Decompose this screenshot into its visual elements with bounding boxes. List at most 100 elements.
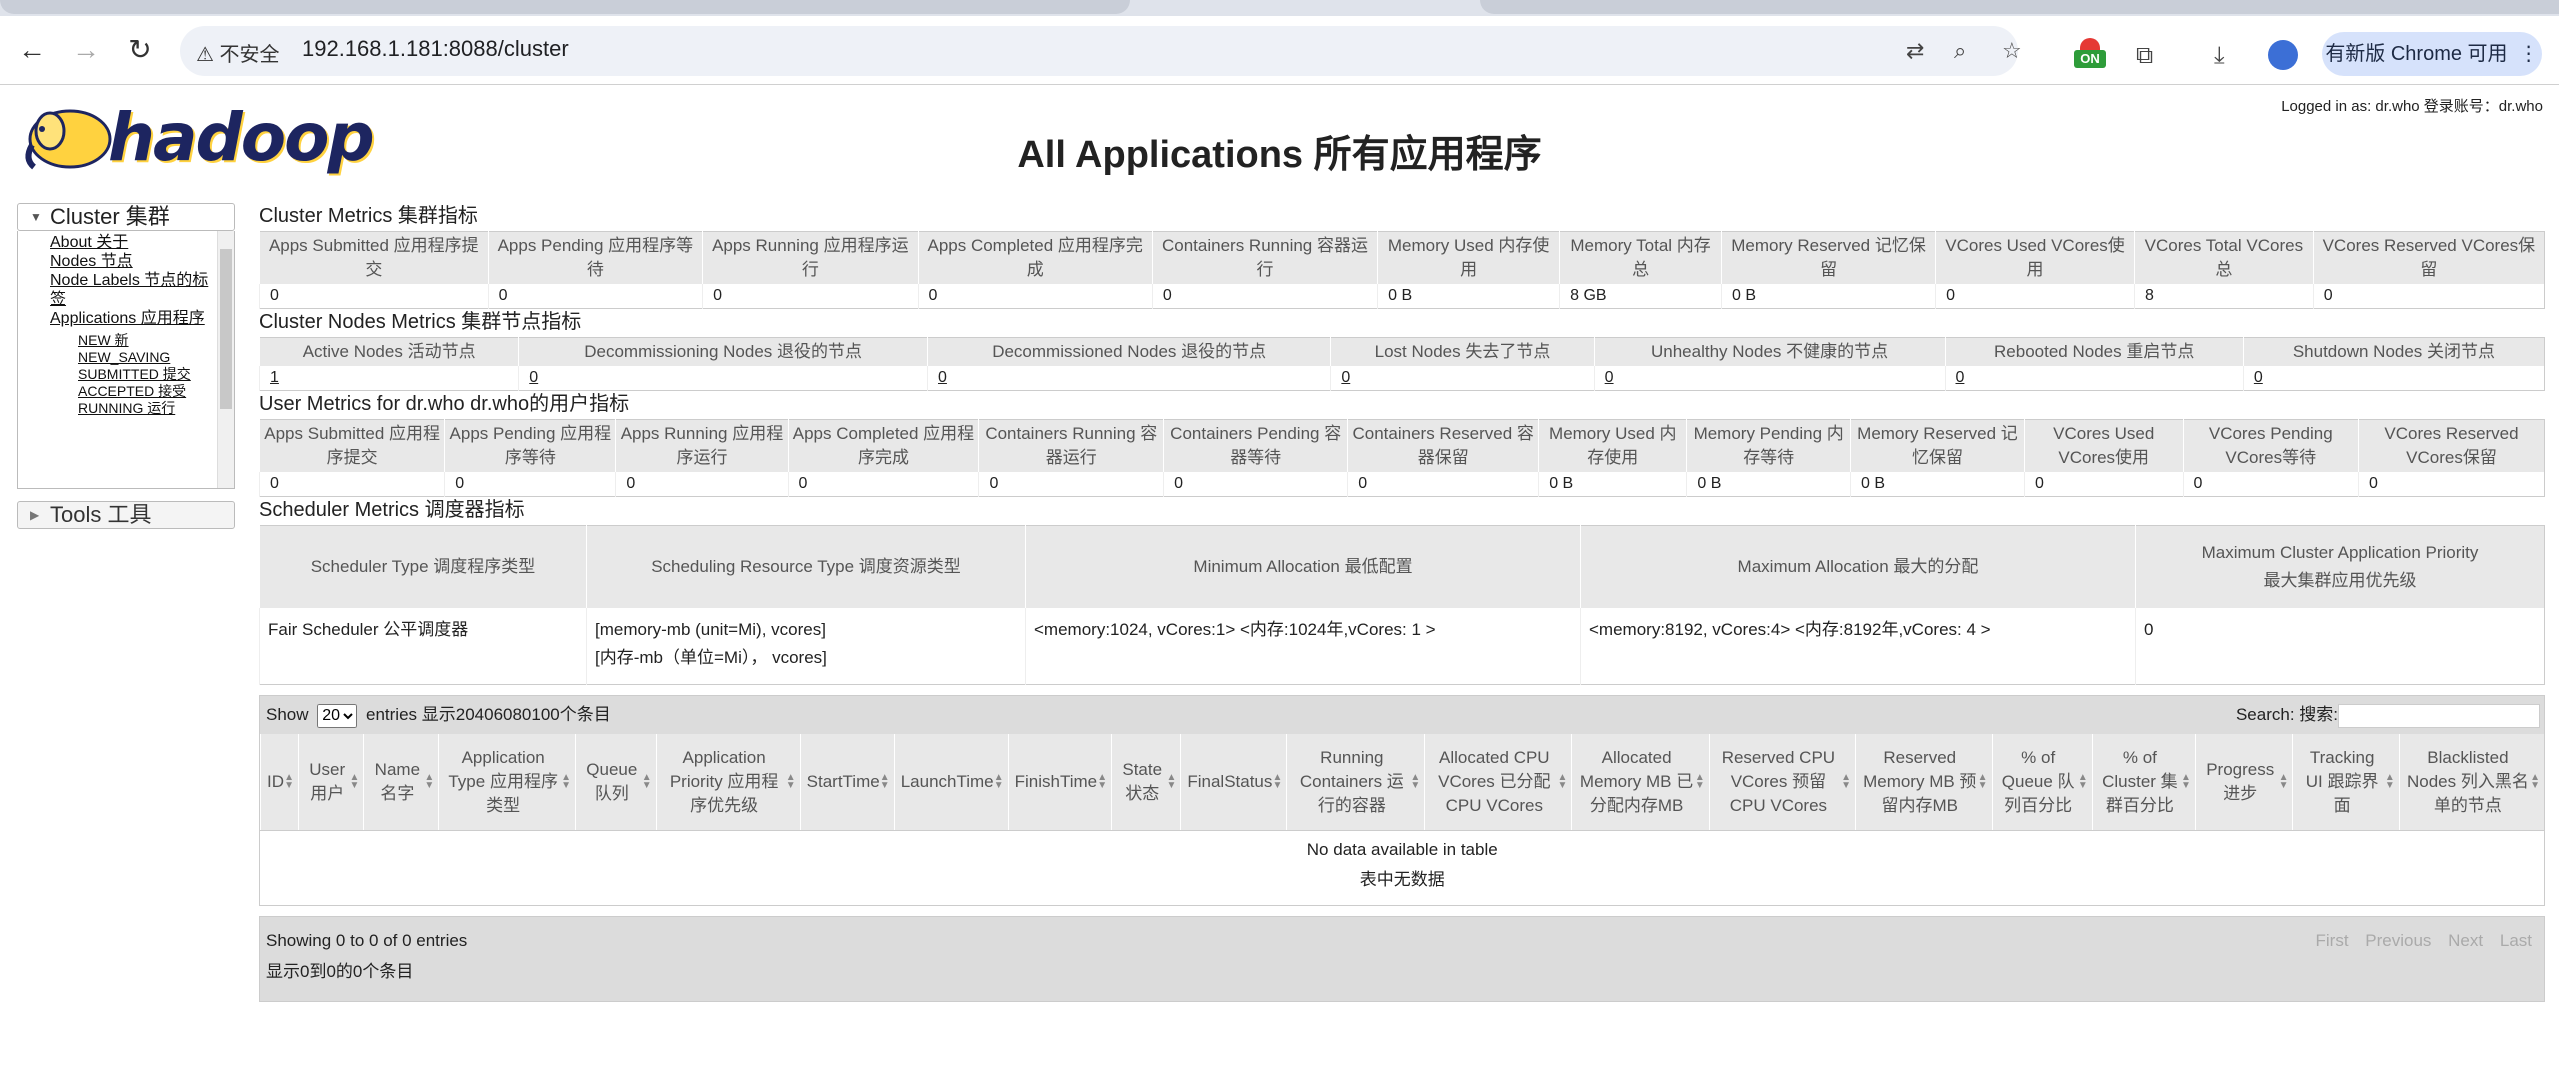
column-header: Containers Pending 容器等待 — [1163, 419, 1348, 472]
tab-strip — [0, 0, 2559, 16]
scrollbar-thumb[interactable] — [220, 249, 232, 409]
sort-arrows-icon: ▲ ▼ — [1977, 772, 1988, 791]
resource-type-zh: [内存-mb（单位=Mi）， vcores] — [595, 648, 827, 667]
forward-icon[interactable]: → — [72, 36, 100, 64]
column-header: Memory Reserved 记忆保留 — [1721, 231, 1936, 284]
column-header: Scheduler Type 调度程序类型 — [259, 525, 587, 608]
translate-icon[interactable]: ⇄ — [1906, 38, 1924, 64]
sortable-column-header[interactable]: LaunchTime ▲ ▼ — [893, 734, 1009, 831]
sortable-column-header[interactable]: FinishTime ▲ ▼ — [1007, 734, 1112, 831]
search-label: Search: 搜索: — [2235, 705, 2338, 724]
browser-tab[interactable] — [0, 0, 1130, 14]
nav-sub-accepted[interactable]: ACCEPTED 接受 — [18, 383, 208, 400]
url-text[interactable]: 192.168.1.181:8088/cluster — [302, 36, 569, 62]
chrome-update-button[interactable]: 有新版 Chrome 可用 ⋮ — [2322, 32, 2542, 76]
caret-right-icon: ▶ — [30, 508, 40, 522]
sortable-column-header[interactable]: FinalStatus ▲ ▼ — [1180, 734, 1287, 831]
metric-value: 0 — [1151, 284, 1378, 309]
reload-icon[interactable]: ↻ — [126, 36, 154, 64]
column-header-label: Queue 队列 — [586, 760, 638, 803]
column-header: Apps Completed 应用程序完成 — [917, 231, 1153, 284]
back-icon[interactable]: ← — [18, 36, 46, 64]
nav-link-about[interactable]: About 关于 — [18, 233, 210, 252]
sidebar-scrollbar[interactable] — [217, 231, 234, 488]
column-header-label: FinalStatus — [1187, 772, 1273, 791]
rebooted-nodes-link[interactable]: 0 — [1944, 366, 2244, 391]
shutdown-nodes-link[interactable]: 0 — [2242, 366, 2545, 391]
lost-nodes-link[interactable]: 0 — [1330, 366, 1595, 391]
extension-on-icon[interactable]: ON — [2074, 38, 2106, 70]
search-input[interactable] — [2338, 703, 2540, 728]
insecure-indicator[interactable]: ⚠ 不安全 — [196, 38, 280, 67]
sortable-column-header[interactable]: Allocated Memory MB 已分配内存MB ▲ ▼ — [1571, 734, 1710, 831]
empty-message-zh: 表中无数据 — [1359, 870, 1445, 889]
first-page-button[interactable]: First — [2316, 931, 2349, 950]
column-header-label: Reserved Memory MB 预留内存MB — [1863, 748, 1977, 815]
sort-arrows-icon: ▲ ▼ — [1694, 772, 1705, 791]
column-header: Memory Pending 内存等待 — [1686, 419, 1851, 472]
nav-link-applications[interactable]: Applications 应用程序 — [18, 309, 210, 328]
empty-message-en: No data available in table — [1306, 840, 1498, 859]
next-page-button[interactable]: Next — [2448, 931, 2483, 950]
tools-menu-header[interactable]: ▶ Tools 工具 — [17, 501, 235, 529]
profile-avatar-icon[interactable] — [2268, 40, 2298, 70]
sortable-column-header[interactable]: % of Queue 队列百分比 ▲ ▼ — [1991, 734, 2093, 831]
sortable-column-header[interactable]: User 用户 ▲ ▼ — [297, 734, 364, 831]
sortable-column-header[interactable]: StartTime ▲ ▼ — [799, 734, 895, 831]
metric-value: 0 — [2182, 472, 2359, 497]
column-header: Apps Pending 应用程序等待 — [487, 231, 703, 284]
nav-sub-submitted[interactable]: SUBMITTED 提交 — [18, 366, 208, 383]
caret-down-icon: ▼ — [30, 210, 42, 224]
metric-value: 0 — [787, 472, 979, 497]
column-header: Maximum Allocation 最大的分配 — [1580, 525, 2136, 608]
download-icon[interactable]: ⤓ — [2214, 42, 2225, 70]
sortable-column-header[interactable]: Blacklisted Nodes 列入黑名单的节点 ▲ ▼ — [2398, 734, 2544, 831]
sortable-column-header[interactable]: % of Cluster 集群百分比 ▲ ▼ — [2091, 734, 2196, 831]
page-size-select[interactable]: 20 — [317, 703, 358, 728]
sortable-column-header[interactable]: Application Priority 应用程序优先级 ▲ ▼ — [655, 734, 801, 831]
column-header-label: FinishTime — [1014, 772, 1098, 791]
bookmark-star-icon[interactable]: ☆ — [2002, 38, 2022, 64]
sortable-column-header[interactable]: Queue 队列 ▲ ▼ — [575, 734, 657, 831]
sort-arrows-icon: ▲ ▼ — [1097, 772, 1108, 791]
metric-value: 0 — [1347, 472, 1539, 497]
sortable-column-header[interactable]: State 状态 ▲ ▼ — [1111, 734, 1181, 831]
nav-sub-new-saving[interactable]: NEW_SAVING — [18, 349, 208, 366]
column-header: Decommissioned Nodes 退役的节点 — [926, 337, 1331, 366]
sort-arrows-icon: ▲ ▼ — [641, 772, 652, 791]
last-page-button[interactable]: Last — [2500, 931, 2532, 950]
address-bar[interactable]: ⚠ 不安全 192.168.1.181:8088/cluster ⇄ ⌕ ☆ — [180, 26, 2022, 76]
decommissioned-nodes-link[interactable]: 0 — [926, 366, 1331, 391]
priority-header-zh: 最大集群应用优先级 — [2263, 571, 2417, 590]
active-nodes-link[interactable]: 1 — [258, 366, 519, 391]
extensions-puzzle-icon[interactable]: ⧉ — [2136, 42, 2153, 70]
column-header-label: Application Priority 应用程序优先级 — [669, 748, 779, 815]
nav-link-nodes[interactable]: Nodes 节点 — [18, 252, 210, 271]
cluster-menu-header[interactable]: ▼ Cluster 集群 — [17, 203, 235, 231]
sortable-column-header[interactable]: Progress 进步 ▲ ▼ — [2194, 734, 2293, 831]
column-header: Unhealthy Nodes 不健康的节点 — [1593, 337, 1945, 366]
sortable-column-header[interactable]: Name 名字 ▲ ▼ — [363, 734, 439, 831]
browser-tab[interactable] — [1480, 0, 2559, 14]
sortable-column-header[interactable]: Reserved Memory MB 预留内存MB ▲ ▼ — [1854, 734, 1993, 831]
sortable-column-header[interactable]: Allocated CPU VCores 已分配CPU VCores ▲ ▼ — [1424, 734, 1572, 831]
sortable-column-header[interactable]: Application Type 应用程序类型 ▲ ▼ — [438, 734, 576, 831]
sortable-column-header[interactable]: Reserved CPU VCores 预留CPU VCores ▲ ▼ — [1708, 734, 1856, 831]
column-header: Memory Total 内存总 — [1559, 231, 1722, 284]
sort-arrows-icon: ▲ ▼ — [1166, 772, 1177, 791]
nav-link-node-labels[interactable]: Node Labels 节点的标签 — [18, 271, 210, 309]
sort-arrows-icon: ▲ ▼ — [1272, 772, 1283, 791]
zoom-icon[interactable]: ⌕ — [1954, 38, 1966, 64]
decommissioning-nodes-link[interactable]: 0 — [518, 366, 928, 391]
sortable-column-header[interactable]: Running Containers 运行的容器 ▲ ▼ — [1286, 734, 1425, 831]
column-header: Rebooted Nodes 重启节点 — [1944, 337, 2244, 366]
show-label: Show — [266, 705, 309, 724]
cluster-metrics-table: Apps Submitted 应用程序提交 Apps Pending 应用程序等… — [259, 231, 2545, 309]
unhealthy-nodes-link[interactable]: 0 — [1593, 366, 1945, 391]
nav-sub-new[interactable]: NEW 新 — [18, 332, 208, 349]
nav-sub-running[interactable]: RUNNING 运行 — [18, 400, 208, 417]
sortable-column-header[interactable]: ID ▲ ▼ — [260, 734, 299, 831]
sortable-column-header[interactable]: Tracking UI 跟踪界面 ▲ ▼ — [2292, 734, 2400, 831]
sort-arrows-icon: ▲ ▼ — [785, 772, 796, 791]
previous-page-button[interactable]: Previous — [2365, 931, 2431, 950]
